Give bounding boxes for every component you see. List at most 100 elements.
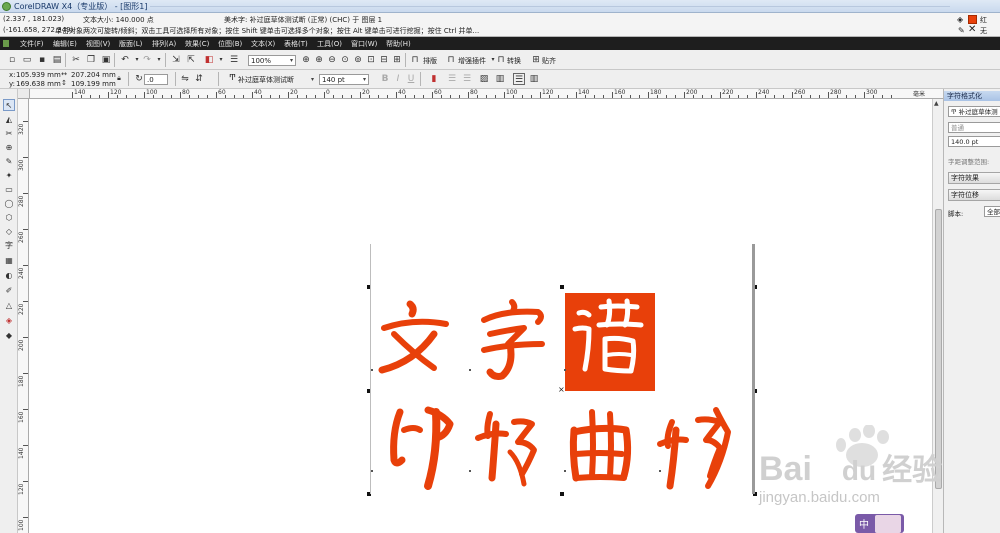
menu-window[interactable]: 窗口(W): [351, 39, 377, 49]
shape-tool-icon[interactable]: ◭: [3, 114, 15, 126]
character-shift-button[interactable]: 字符位移: [948, 189, 1000, 201]
ruler-origin-corner[interactable]: [18, 89, 30, 99]
character-effects-button[interactable]: 字符效果: [948, 172, 1000, 184]
zoom-out-icon[interactable]: ⊖: [326, 54, 338, 66]
menu-edit[interactable]: 编辑(E): [53, 39, 77, 49]
zoom-tool-icon[interactable]: ⊕: [300, 54, 312, 66]
mirror-vertical-icon[interactable]: ⇵: [193, 73, 205, 85]
table-tool-icon[interactable]: ▦: [3, 255, 15, 267]
interactive-fill-tool-icon[interactable]: ◆: [3, 330, 15, 342]
freehand-tool-icon[interactable]: ✎: [3, 156, 15, 168]
italic-icon[interactable]: I: [392, 73, 404, 85]
snap-icon[interactable]: ⊞: [530, 54, 542, 66]
ime-indicator[interactable]: 中: [855, 514, 904, 533]
font-family-select[interactable]: 补过庭草体测试断 ▾: [235, 74, 317, 85]
text-tool-icon[interactable]: 字: [3, 240, 15, 252]
y-position-value[interactable]: 169.638 mm: [16, 80, 61, 88]
character-format-icon[interactable]: ▨: [478, 73, 490, 85]
enhance-plugin-button[interactable]: 增强插件: [458, 56, 486, 66]
polygon-tool-icon[interactable]: ⬡: [3, 212, 15, 224]
menu-arrange[interactable]: 排列(A): [152, 39, 176, 49]
zoom-tool-icon[interactable]: ⊕: [3, 142, 15, 154]
scroll-up-icon[interactable]: ▲: [934, 100, 939, 107]
zoom-width-icon[interactable]: ⊟: [378, 54, 390, 66]
fill-tool-icon[interactable]: ◈: [3, 315, 15, 327]
paste-icon[interactable]: ▣: [100, 54, 112, 66]
selection-handle[interactable]: [560, 492, 564, 496]
ruler-minor-tick: [315, 95, 316, 98]
script-select[interactable]: 全部: [984, 206, 1000, 217]
eyedropper-tool-icon[interactable]: ✐: [3, 285, 15, 297]
rectangle-tool-icon[interactable]: ▭: [3, 184, 15, 196]
menu-file[interactable]: 文件(F): [20, 39, 44, 49]
interactive-blend-tool-icon[interactable]: ◐: [3, 270, 15, 282]
vertical-ruler[interactable]: 320 300 280 260 240 220 200 180 160 140 120 100: [18, 99, 29, 533]
new-document-icon[interactable]: ▫: [6, 54, 18, 66]
menu-tools[interactable]: 工具(O): [317, 39, 342, 49]
application-launcher-icon[interactable]: ◧: [203, 54, 215, 66]
basic-shapes-tool-icon[interactable]: ◇: [3, 226, 15, 238]
zoom-height-icon[interactable]: ⊞: [391, 54, 403, 66]
cut-icon[interactable]: ✂: [70, 54, 82, 66]
zoom-page-icon[interactable]: ⊡: [365, 54, 377, 66]
selection-center-icon[interactable]: ×: [558, 386, 565, 394]
smart-fill-tool-icon[interactable]: ✦: [3, 170, 15, 182]
redo-icon[interactable]: ↷: [141, 54, 153, 66]
welcome-screen-icon[interactable]: ☰: [228, 54, 240, 66]
menu-table[interactable]: 表格(T): [284, 39, 308, 49]
zoom-level-select[interactable]: 100% ▾: [248, 55, 296, 66]
zoom-all-icon[interactable]: ⊚: [352, 54, 364, 66]
bold-icon[interactable]: B: [379, 73, 391, 85]
typeset-button[interactable]: 排版: [423, 56, 437, 66]
edit-text-icon[interactable]: ▥: [494, 73, 506, 85]
launcher-dropdown-icon[interactable]: ▾: [215, 54, 227, 66]
zoom-selected-icon[interactable]: ⊙: [339, 54, 351, 66]
outline-tool-icon[interactable]: △: [3, 300, 15, 312]
fill-color-swatch[interactable]: [968, 15, 977, 24]
export-icon[interactable]: ⇱: [185, 54, 197, 66]
open-icon[interactable]: ▭: [21, 54, 33, 66]
crop-tool-icon[interactable]: ✂: [3, 128, 15, 140]
horizontal-ruler[interactable]: 140 120 100 80 60 40 20 0 20 40 60 80 100 120 140 160 18…: [18, 89, 943, 99]
ellipse-tool-icon[interactable]: ◯: [3, 198, 15, 210]
outline-none-icon[interactable]: ✕: [968, 25, 976, 35]
selection-frame[interactable]: ×: [367, 244, 757, 496]
selection-handle[interactable]: [560, 285, 564, 289]
menu-view[interactable]: 视图(V): [86, 39, 110, 49]
mirror-horizontal-icon[interactable]: ⇋: [179, 73, 191, 85]
bullet-list-icon[interactable]: ☰: [446, 73, 458, 85]
save-icon[interactable]: ▪: [36, 54, 48, 66]
snap-button[interactable]: 贴齐: [542, 56, 556, 66]
text-alignment-icon[interactable]: ▮: [428, 73, 440, 85]
enhance-plugin-icon[interactable]: ⊓: [445, 54, 457, 66]
x-position-value[interactable]: 105.939 mm: [16, 71, 61, 79]
import-icon[interactable]: ⇲: [170, 54, 182, 66]
undo-icon[interactable]: ↶: [119, 54, 131, 66]
horizontal-text-icon[interactable]: ☰: [513, 73, 525, 85]
ruler-minor-tick: [738, 95, 739, 98]
copy-icon[interactable]: ❐: [85, 54, 97, 66]
lock-ratio-icon[interactable]: 🔒︎: [113, 72, 125, 84]
menu-text[interactable]: 文本(X): [251, 39, 275, 49]
rotation-angle-input[interactable]: .0: [144, 74, 168, 85]
menu-effects[interactable]: 效果(C): [185, 39, 209, 49]
width-value[interactable]: 207.204 mm: [71, 71, 116, 79]
vertical-text-icon[interactable]: ▥: [528, 73, 540, 85]
convert-icon[interactable]: ⊓: [495, 54, 507, 66]
zoom-in-icon[interactable]: ⊕: [313, 54, 325, 66]
height-value[interactable]: 109.199 mm: [71, 80, 116, 88]
font-size-select[interactable]: 140 pt ▾: [319, 74, 369, 85]
docker-style-select[interactable]: 普通: [948, 122, 1000, 133]
pick-tool-icon[interactable]: ↖: [3, 99, 15, 111]
typeset-icon[interactable]: ⊓: [409, 54, 421, 66]
menu-layout[interactable]: 版面(L): [119, 39, 142, 49]
underline-icon[interactable]: U: [405, 73, 417, 85]
menu-bitmaps[interactable]: 位图(B): [218, 39, 242, 49]
docker-font-select[interactable]: Ͳ 补过庭草体测: [948, 106, 1000, 117]
drop-cap-icon[interactable]: ☰: [461, 73, 473, 85]
docker-size-input[interactable]: 140.0 pt: [948, 136, 1000, 147]
redo-dropdown-icon[interactable]: ▾: [153, 54, 165, 66]
menu-help[interactable]: 帮助(H): [386, 39, 411, 49]
convert-button[interactable]: 转换: [507, 56, 521, 66]
print-icon[interactable]: ▤: [51, 54, 63, 66]
